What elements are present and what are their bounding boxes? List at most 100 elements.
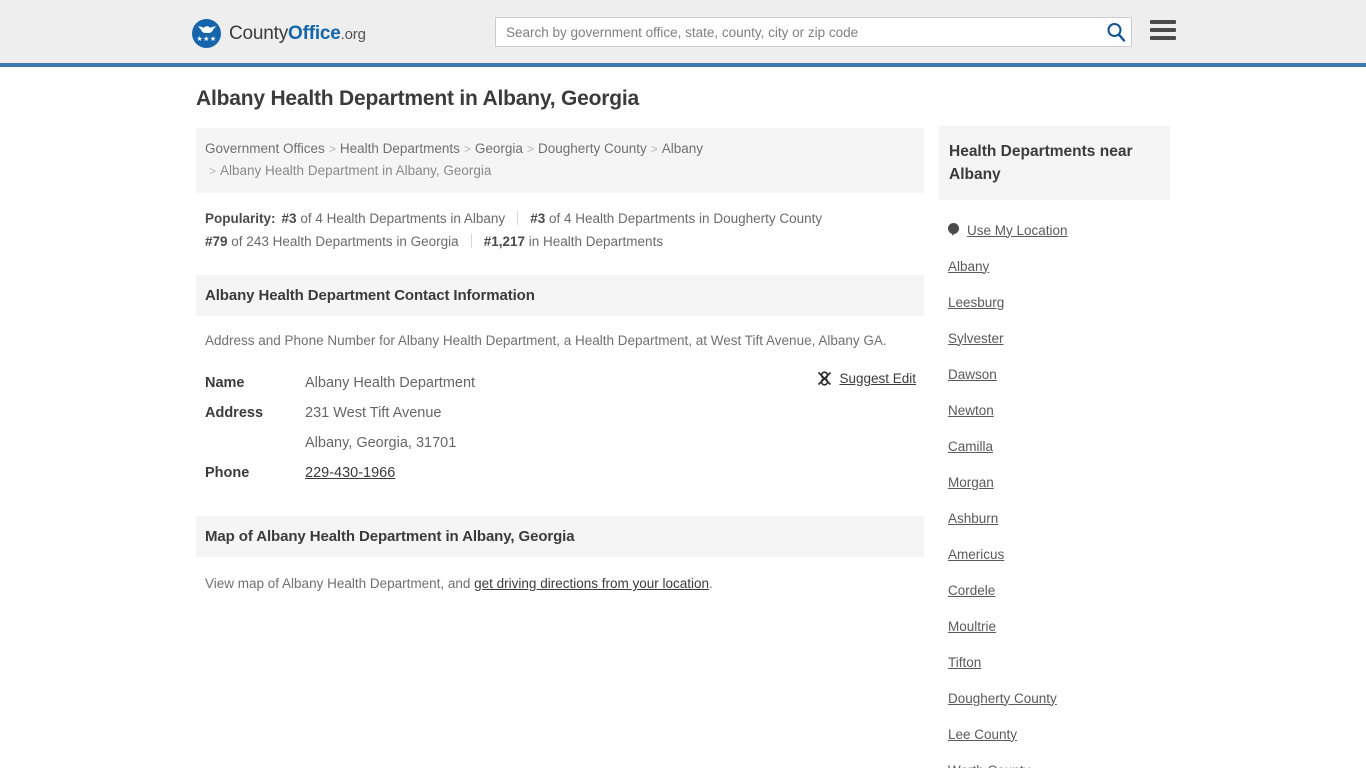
popularity-rank: #1,217: [483, 234, 525, 249]
contact-section-heading: Albany Health Department Contact Informa…: [196, 275, 924, 316]
sidebar-item-dougherty-county[interactable]: Dougherty County: [948, 680, 1170, 716]
sidebar-list: Use My Location Albany Leesburg Sylveste…: [939, 200, 1170, 768]
popularity-text: of 4 Health Departments in Dougherty Cou…: [548, 211, 823, 226]
sidebar-item-cordele[interactable]: Cordele: [948, 572, 1170, 608]
popularity-item-overall: #1,217 in Health Departments: [484, 234, 663, 249]
site-header: ★★★ CountyOffice.org: [0, 0, 1366, 67]
sidebar-link[interactable]: Camilla: [948, 439, 993, 454]
eagle-seal-icon: ★★★: [192, 19, 221, 48]
breadcrumb-separator: >: [209, 164, 217, 178]
sidebar-item-use-my-location[interactable]: Use My Location: [948, 212, 1170, 248]
hamburger-bar: [1150, 36, 1176, 40]
site-logo-link[interactable]: ★★★ CountyOffice.org: [192, 19, 366, 48]
map-section-heading: Map of Albany Health Department in Alban…: [196, 516, 924, 557]
sidebar-link[interactable]: Lee County: [948, 727, 1017, 742]
sidebar-item-sylvester[interactable]: Sylvester: [948, 320, 1170, 356]
popularity-item-georgia: #79 of 243 Health Departments in Georgia: [205, 234, 459, 249]
brand-part-org: .org: [340, 25, 366, 43]
popularity-label: Popularity:: [205, 211, 276, 226]
contact-value: 229-430-1966: [305, 458, 924, 488]
stars-glyph: ★★★: [196, 36, 217, 43]
sidebar-item-americus[interactable]: Americus: [948, 536, 1170, 572]
sidebar-link[interactable]: Worth County: [948, 763, 1030, 768]
sidebar-item-dawson[interactable]: Dawson: [948, 356, 1170, 392]
popularity-item-dougherty-county: #3 of 4 Health Departments in Dougherty …: [530, 211, 822, 226]
contact-key: Name: [205, 375, 245, 391]
search-button[interactable]: [1104, 21, 1128, 43]
popularity-text: of 243 Health Departments in Georgia: [231, 234, 459, 249]
sidebar-link[interactable]: Albany: [948, 259, 989, 274]
breadcrumb-item-dougherty-county[interactable]: Dougherty County: [538, 141, 647, 156]
contact-key: [196, 428, 305, 458]
brand-part-county: County: [229, 22, 289, 44]
sidebar-item-leesburg[interactable]: Leesburg: [948, 284, 1170, 320]
sidebar-link[interactable]: Ashburn: [948, 511, 998, 526]
sidebar-link[interactable]: Dawson: [948, 367, 997, 382]
breadcrumb-current: Albany Health Department in Albany, Geor…: [220, 163, 492, 178]
breadcrumb: Government Offices > Health Departments > Ge…: [196, 128, 924, 193]
popularity-text: of 4 Health Departments in Albany: [300, 211, 506, 226]
eagle-glyph: [197, 26, 216, 33]
popularity-rank: #79: [205, 234, 228, 249]
hamburger-bar: [1150, 20, 1176, 24]
popularity-item-albany: #3 of 4 Health Departments in Albany: [282, 211, 506, 226]
sidebar-item-albany[interactable]: Albany: [948, 248, 1170, 284]
search-container: [495, 17, 1132, 47]
contact-value: 231 West Tift Avenue: [305, 405, 442, 421]
map-description: View map of Albany Health Department, an…: [196, 557, 924, 595]
contact-table: Suggest Edit Name Albany Health Departme…: [196, 368, 924, 488]
main-content: Albany Health Department in Albany, Geor…: [196, 86, 924, 595]
breadcrumb-separator: >: [328, 142, 336, 156]
sidebar-link[interactable]: Americus: [948, 547, 1004, 562]
breadcrumb-item-government-offices[interactable]: Government Offices: [205, 141, 325, 156]
breadcrumb-item-albany[interactable]: Albany: [662, 141, 703, 156]
brand-wordmark: CountyOffice.org: [229, 24, 366, 44]
sidebar-link[interactable]: Sylvester: [948, 331, 1004, 346]
map-text-after: .: [709, 576, 713, 591]
sidebar-link[interactable]: Morgan: [948, 475, 994, 490]
driving-directions-link[interactable]: get driving directions from your locatio…: [474, 576, 709, 591]
breadcrumb-item-georgia[interactable]: Georgia: [475, 141, 523, 156]
sidebar-item-ashburn[interactable]: Ashburn: [948, 500, 1170, 536]
contact-description: Address and Phone Number for Albany Heal…: [205, 333, 887, 348]
breadcrumb-separator: >: [526, 142, 534, 156]
sidebar-link[interactable]: Cordele: [948, 583, 995, 598]
search-input[interactable]: [495, 17, 1132, 47]
sidebar-item-tifton[interactable]: Tifton: [948, 644, 1170, 680]
brand-part-office: Office: [288, 22, 341, 44]
popularity-rank: #3: [281, 211, 297, 226]
sidebar-item-morgan[interactable]: Morgan: [948, 464, 1170, 500]
sidebar-link[interactable]: Moultrie: [948, 619, 996, 634]
hamburger-menu-icon[interactable]: [1150, 20, 1176, 40]
breadcrumb-item-health-departments[interactable]: Health Departments: [340, 141, 460, 156]
contact-row-name: Name Albany Health Department: [196, 368, 924, 398]
contact-row-address: Address 231 West Tift Avenue: [196, 398, 924, 428]
popularity-rank: #3: [530, 211, 546, 226]
sidebar-item-camilla[interactable]: Camilla: [948, 428, 1170, 464]
sidebar-heading: Health Departments near Albany: [939, 126, 1170, 200]
map-pin-icon: [948, 222, 959, 238]
sidebar-link[interactable]: Newton: [948, 403, 994, 418]
sidebar-item-lee-county[interactable]: Lee County: [948, 716, 1170, 752]
contact-key: Phone: [205, 465, 250, 481]
popularity-bar: Popularity: #3 of 4 Health Departments in…: [196, 193, 924, 263]
page-title: Albany Health Department in Albany, Geor…: [196, 87, 639, 110]
contact-key: Address: [205, 405, 264, 421]
sidebar-link[interactable]: Tifton: [948, 655, 981, 670]
search-icon: [1107, 23, 1126, 42]
popularity-divider: [517, 211, 519, 225]
sidebar-item-newton[interactable]: Newton: [948, 392, 1170, 428]
contact-value: Albany, Georgia, 31701: [305, 435, 457, 451]
use-my-location-link[interactable]: Use My Location: [967, 223, 1068, 238]
sidebar-item-worth-county[interactable]: Worth County: [948, 752, 1170, 768]
popularity-divider: [470, 234, 472, 248]
breadcrumb-separator: >: [650, 142, 658, 156]
sidebar-link[interactable]: Dougherty County: [948, 691, 1057, 706]
hamburger-bar: [1150, 28, 1176, 32]
contact-row-phone: Phone 229-430-1966: [196, 458, 924, 488]
map-text-before: View map of Albany Health Department, an…: [205, 576, 475, 591]
sidebar-item-moultrie[interactable]: Moultrie: [948, 608, 1170, 644]
phone-link[interactable]: 229-430-1966: [305, 465, 395, 481]
sidebar-link[interactable]: Leesburg: [948, 295, 1004, 310]
suggest-edit-button[interactable]: Suggest Edit: [817, 371, 916, 386]
